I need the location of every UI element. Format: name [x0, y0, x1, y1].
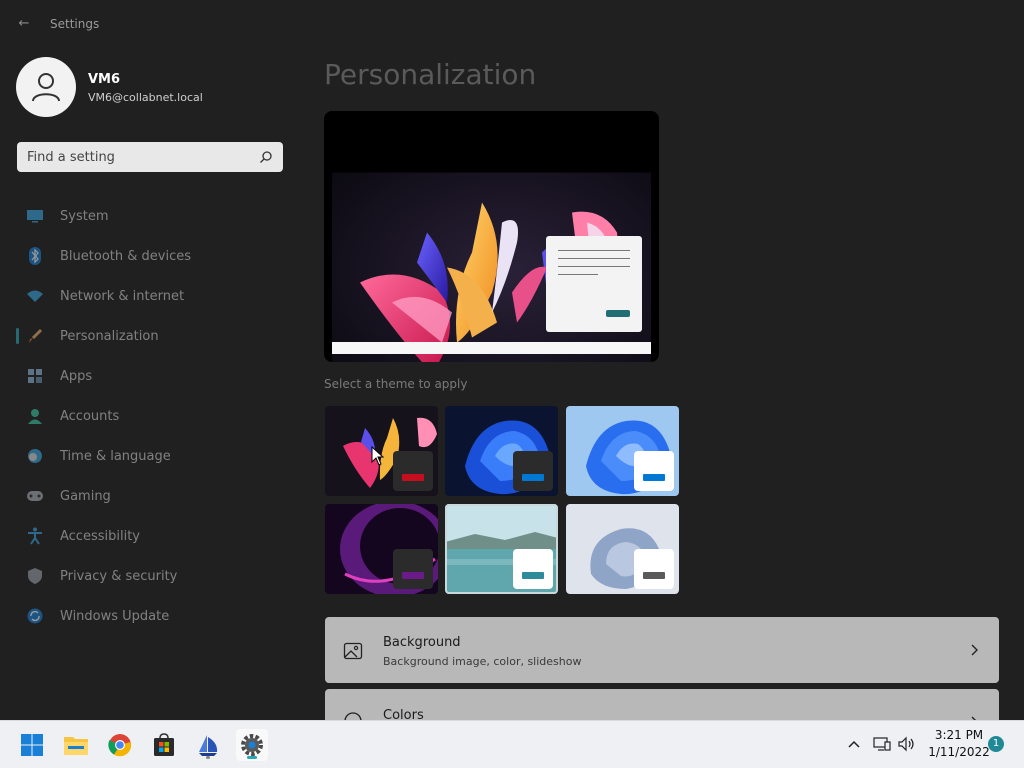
accessibility-icon — [26, 527, 44, 545]
active-indicator — [16, 328, 19, 344]
palette-icon — [344, 712, 362, 720]
card-title: Colors — [383, 708, 424, 720]
preview-taskbar — [332, 342, 651, 354]
settings-icon[interactable] — [236, 729, 268, 761]
search-box[interactable] — [17, 142, 283, 172]
sidebar-item-system[interactable]: System — [16, 196, 286, 236]
title-bar: ← Settings — [0, 0, 1024, 48]
colors-card[interactable]: Colors — [325, 689, 999, 720]
clock-time[interactable]: 3:21 PM — [926, 728, 992, 742]
sidebar-item-accounts[interactable]: Accounts — [16, 396, 286, 436]
sidebar-item-label: Network & internet — [60, 288, 185, 304]
theme-tile-bloom-light[interactable] — [566, 406, 679, 496]
theme-accent-bar — [522, 474, 544, 481]
theme-accent-bar — [402, 474, 424, 481]
back-arrow-icon[interactable]: ← — [14, 14, 34, 34]
theme-tile-bloom-dark[interactable] — [445, 406, 558, 496]
chevron-right-icon — [971, 644, 978, 656]
theme-color-chip — [393, 549, 433, 589]
theme-accent-bar — [522, 572, 544, 579]
sidebar-item-label: Personalization — [60, 328, 159, 344]
active-app-indicator — [247, 756, 257, 759]
brush-icon — [26, 327, 44, 345]
sidebar-item-label: Apps — [60, 368, 93, 384]
theme-color-chip — [513, 451, 553, 491]
network-icon[interactable] — [872, 734, 892, 754]
theme-color-chip — [393, 451, 433, 491]
sidebar-item-label: Time & language — [60, 448, 171, 464]
account-email: VM6@collabnet.local — [88, 91, 203, 104]
shield-icon — [26, 567, 44, 585]
sidebar-nav: System Bluetooth & devices Network & int… — [16, 196, 286, 636]
clock-date[interactable]: 1/11/2022 — [926, 745, 992, 759]
wifi-icon — [26, 287, 44, 305]
sidebar-item-label: Accounts — [60, 408, 120, 424]
search-input[interactable] — [17, 142, 253, 172]
sail-app-icon[interactable] — [192, 729, 224, 761]
theme-tile-sunrise-lake[interactable] — [445, 504, 558, 594]
sidebar-item-gaming[interactable]: Gaming — [16, 476, 286, 516]
search-icon[interactable] — [259, 150, 273, 164]
sidebar-item-personalization[interactable]: Personalization — [16, 316, 286, 356]
avatar[interactable] — [16, 57, 76, 117]
theme-tile-flow[interactable] — [566, 504, 679, 594]
monitor-icon — [26, 207, 44, 225]
preview-line — [558, 274, 598, 275]
person-icon — [32, 73, 60, 102]
background-card[interactable]: Background Background image, color, slid… — [325, 617, 999, 683]
sidebar-item-privacy[interactable]: Privacy & security — [16, 556, 286, 596]
taskbar — [0, 720, 1024, 768]
theme-color-chip — [634, 451, 674, 491]
page-title: Personalization — [324, 58, 537, 91]
preview-window — [546, 236, 642, 332]
account-name: VM6 — [88, 72, 121, 87]
theme-tile-captured-motion[interactable] — [325, 504, 438, 594]
sidebar-item-label: Privacy & security — [60, 568, 178, 584]
clock-globe-icon — [26, 447, 44, 465]
file-explorer-icon[interactable] — [60, 729, 92, 761]
theme-color-chip — [513, 549, 553, 589]
image-icon — [343, 642, 363, 660]
chrome-icon[interactable] — [104, 729, 136, 761]
notification-badge[interactable]: 1 — [988, 736, 1004, 752]
window-title: Settings — [50, 17, 100, 31]
sidebar-item-label: Gaming — [60, 488, 111, 504]
person-icon — [26, 407, 44, 425]
sidebar-item-time-language[interactable]: Time & language — [16, 436, 286, 476]
theme-grid — [325, 406, 679, 596]
theme-color-chip — [634, 549, 674, 589]
apps-icon — [26, 367, 44, 385]
sidebar-item-network[interactable]: Network & internet — [16, 276, 286, 316]
preview-accent-button — [606, 310, 630, 317]
store-icon[interactable] — [148, 729, 180, 761]
start-icon[interactable] — [16, 729, 48, 761]
bluetooth-icon — [26, 247, 44, 265]
card-title: Background — [383, 635, 461, 650]
sidebar-item-windows-update[interactable]: Windows Update — [16, 596, 286, 636]
gamepad-icon — [26, 487, 44, 505]
sidebar-item-label: Bluetooth & devices — [60, 248, 191, 264]
preview-line — [558, 266, 630, 267]
sidebar-item-label: System — [60, 208, 109, 224]
mouse-cursor-icon — [371, 446, 385, 466]
theme-accent-bar — [643, 474, 665, 481]
sidebar-item-label: Windows Update — [60, 608, 170, 624]
volume-icon[interactable] — [897, 734, 917, 754]
sidebar-item-accessibility[interactable]: Accessibility — [16, 516, 286, 556]
chevron-up-icon[interactable] — [844, 734, 864, 754]
sidebar-item-apps[interactable]: Apps — [16, 356, 286, 396]
theme-accent-bar — [643, 572, 665, 579]
theme-accent-bar — [402, 572, 424, 579]
preview-line — [558, 250, 630, 251]
sidebar-item-bluetooth[interactable]: Bluetooth & devices — [16, 236, 286, 276]
update-icon — [26, 607, 44, 625]
running-indicator — [206, 756, 210, 759]
theme-heading: Select a theme to apply — [324, 377, 468, 391]
sidebar-item-label: Accessibility — [60, 528, 140, 544]
theme-preview — [324, 111, 659, 362]
preview-line — [558, 258, 630, 259]
card-subtitle: Background image, color, slideshow — [383, 655, 582, 668]
